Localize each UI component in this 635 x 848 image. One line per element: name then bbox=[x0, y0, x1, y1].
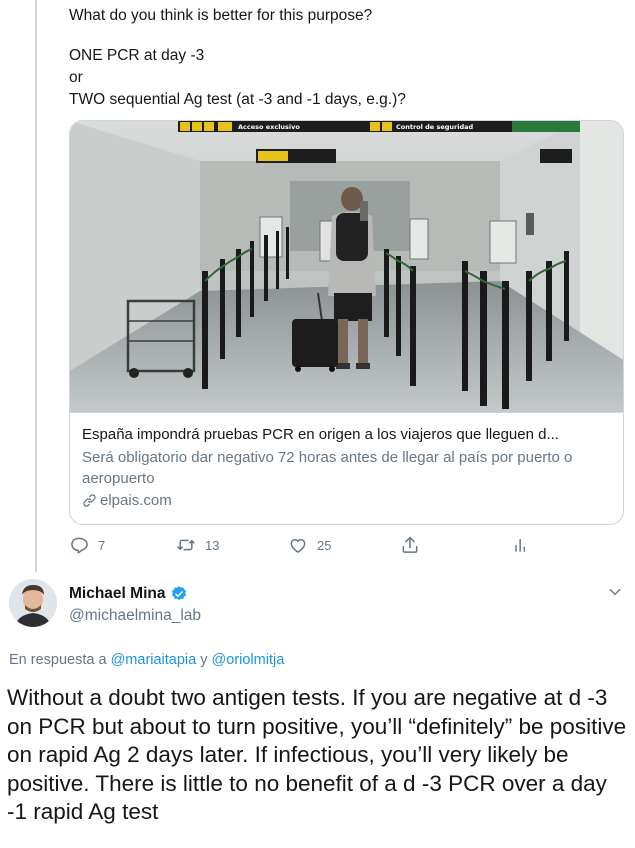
sign-text-security: Control de seguridad bbox=[396, 123, 473, 131]
card-body[interactable]: España impondrá pruebas PCR en origen a … bbox=[82, 424, 612, 511]
reply-tweet-text: Without a doubt two antigen tests. If yo… bbox=[7, 685, 627, 824]
link-icon bbox=[83, 494, 96, 507]
sign-text-exclusive: Acceso exclusivo bbox=[238, 123, 300, 131]
tweet-actions: 7 13 25 bbox=[69, 535, 549, 559]
card-description: Será obligatorio dar negativo 72 horas a… bbox=[82, 449, 573, 487]
link-card[interactable]: Acceso exclusivo Control de seguridad Es… bbox=[69, 120, 624, 525]
avatar-photo bbox=[9, 579, 57, 627]
reply-count: 7 bbox=[98, 537, 106, 553]
mention-link-1[interactable]: @mariaitapia bbox=[111, 652, 197, 668]
reply-prefix: En respuesta a bbox=[9, 652, 107, 668]
retweet-count: 13 bbox=[205, 537, 220, 553]
card-domain-text: elpais.com bbox=[100, 492, 172, 509]
thread-line bbox=[35, 0, 37, 572]
retweet-button[interactable]: 13 bbox=[176, 535, 219, 555]
tweet-line-or: or bbox=[69, 69, 83, 86]
tweet-line-question: What do you think is better for this pur… bbox=[69, 7, 373, 24]
retweet-icon bbox=[177, 539, 195, 551]
analytics-icon bbox=[515, 539, 526, 552]
like-count: 25 bbox=[317, 537, 332, 553]
author-name[interactable]: Michael Mina bbox=[69, 585, 188, 603]
reply-icon bbox=[71, 537, 88, 554]
card-title[interactable]: España impondrá pruebas PCR en origen a … bbox=[82, 424, 612, 445]
author-name-text: Michael Mina bbox=[69, 585, 166, 602]
card-image[interactable]: Acceso exclusivo Control de seguridad bbox=[70, 121, 623, 413]
reply-button[interactable]: 7 bbox=[69, 535, 105, 555]
verified-badge-icon bbox=[172, 586, 187, 601]
avatar[interactable] bbox=[9, 579, 57, 627]
reply-context: En respuesta a @mariaitapia y @oriolmitj… bbox=[9, 652, 284, 668]
like-button[interactable]: 25 bbox=[288, 535, 331, 555]
card-domain[interactable]: elpais.com bbox=[82, 490, 612, 511]
author-handle[interactable]: @michaelmina_lab bbox=[69, 607, 201, 625]
tweet-line-option-two: TWO sequential Ag test (at -3 and -1 day… bbox=[69, 91, 406, 108]
airport-photo: Acceso exclusivo Control de seguridad bbox=[70, 121, 623, 412]
chevron-down-icon bbox=[609, 588, 621, 596]
more-options-button[interactable] bbox=[608, 585, 622, 604]
analytics-button[interactable] bbox=[511, 535, 531, 555]
share-icon bbox=[402, 536, 418, 553]
heart-icon bbox=[290, 538, 306, 553]
share-button[interactable] bbox=[400, 535, 420, 555]
mention-link-2[interactable]: @oriolmitja bbox=[212, 652, 285, 668]
tweet-line-option-one: ONE PCR at day -3 bbox=[69, 47, 205, 64]
reply-joiner: y bbox=[200, 652, 208, 668]
